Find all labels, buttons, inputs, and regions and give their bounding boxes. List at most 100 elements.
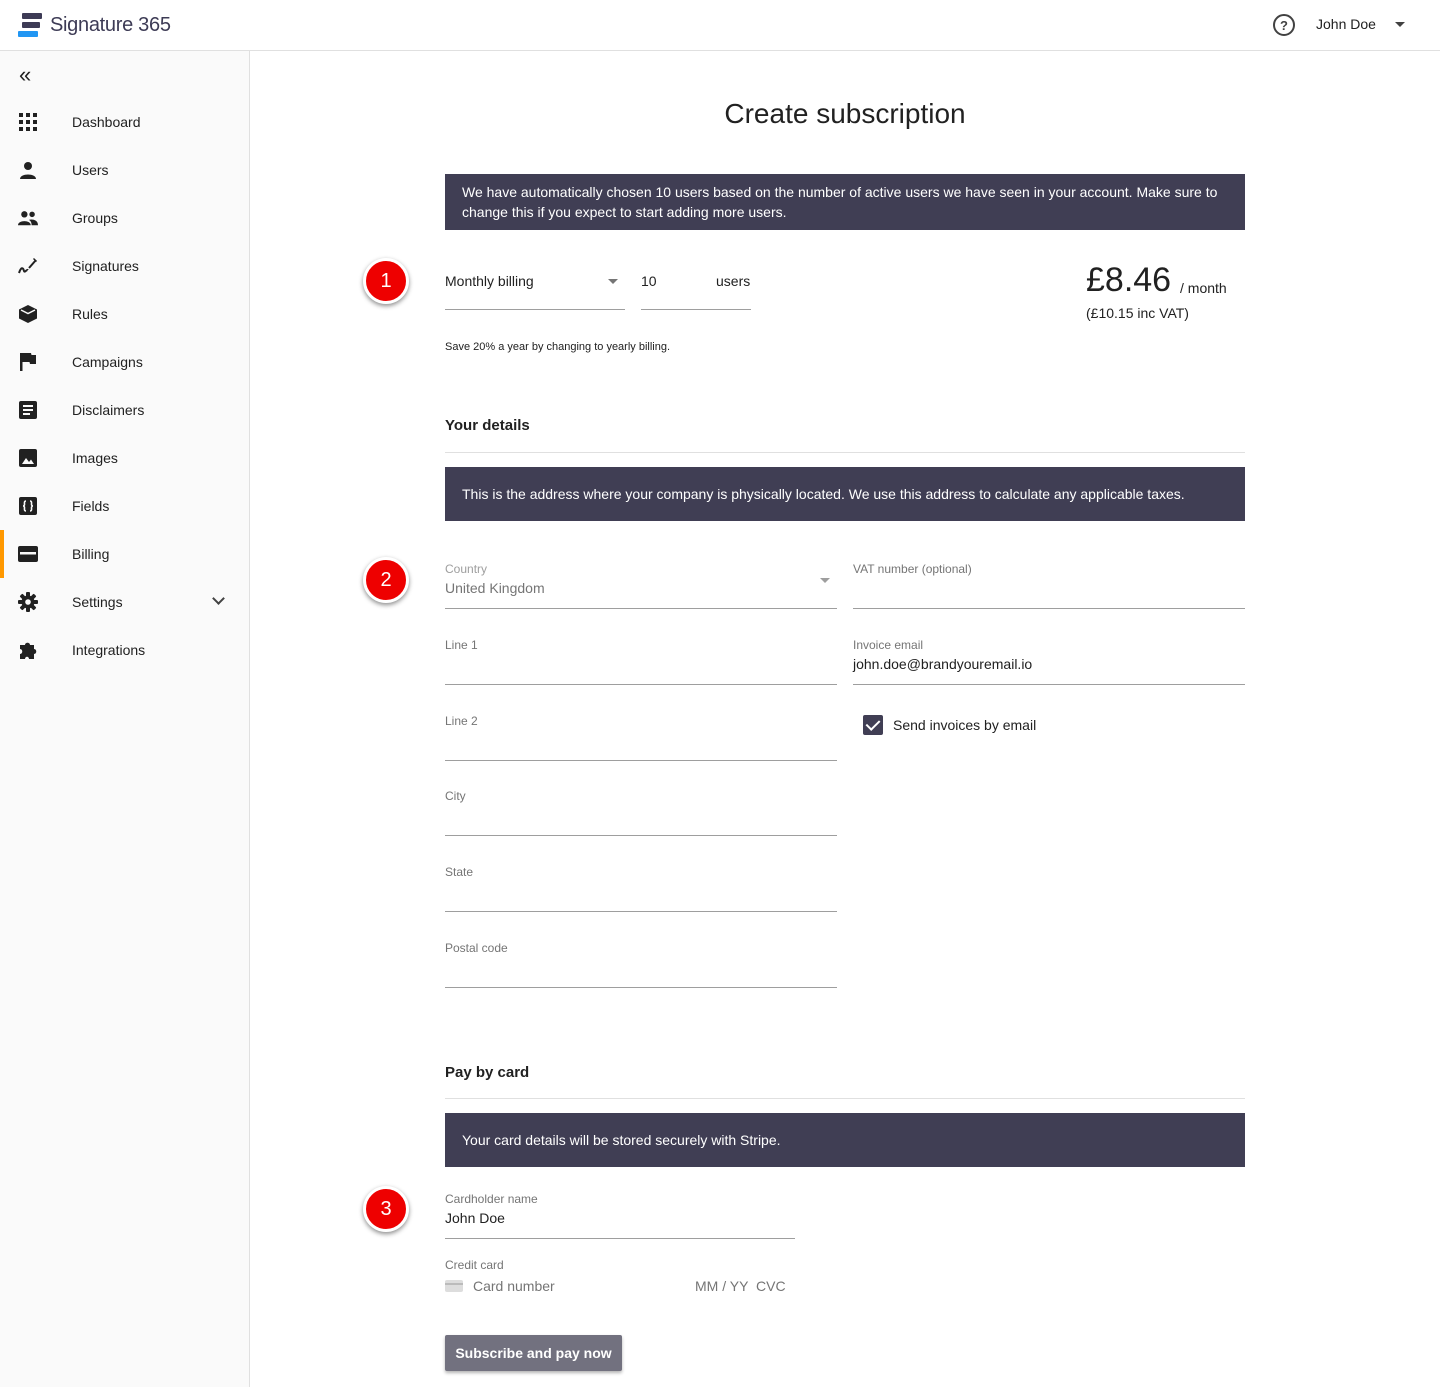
send-invoices-checkbox[interactable] — [863, 715, 883, 735]
sidebar-item-label: Fields — [72, 498, 110, 514]
invoice-email-input[interactable]: Invoice email john.doe@brandyouremail.io — [853, 636, 1245, 685]
sidebar-item-integrations[interactable]: Integrations — [0, 626, 249, 674]
sidebar-item-users[interactable]: Users — [0, 146, 249, 194]
postal-code-label: Postal code — [445, 941, 508, 955]
card-number-input[interactable]: Card number — [473, 1278, 555, 1294]
address-line1-input[interactable]: Line 1 — [445, 636, 837, 685]
step-badge-3: 3 — [363, 1186, 409, 1232]
section-divider — [445, 1098, 1245, 1099]
users-count-value: 10 — [641, 273, 657, 289]
main-content: Create subscription We have automaticall… — [250, 51, 1440, 1387]
sidebar-item-groups[interactable]: Groups — [0, 194, 249, 242]
step-badge-1: 1 — [363, 258, 409, 304]
section-divider — [445, 452, 1245, 453]
cardholder-name-input[interactable]: Cardholder name John Doe — [445, 1190, 795, 1239]
billing-period-value: Monthly billing — [445, 273, 534, 289]
box-icon — [18, 304, 38, 324]
sidebar-item-settings[interactable]: Settings — [0, 578, 249, 626]
help-icon[interactable]: ? — [1273, 14, 1295, 36]
sidebar-item-disclaimers[interactable]: Disclaimers — [0, 386, 249, 434]
user-menu-name[interactable]: John Doe — [1316, 16, 1376, 32]
braces-icon — [18, 496, 38, 516]
caret-down-icon — [608, 279, 618, 284]
top-bar: Signature 365 ? John Doe — [0, 0, 1440, 51]
gear-icon — [18, 592, 38, 612]
flag-icon — [18, 352, 38, 372]
chevron-down-icon[interactable] — [212, 592, 225, 605]
pay-by-card-title: Pay by card — [445, 1064, 530, 1081]
logo-icon — [18, 12, 44, 38]
credit-card-label: Credit card — [445, 1258, 504, 1272]
card-expiry-input[interactable]: MM / YY — [695, 1278, 748, 1294]
credit-card-icon — [18, 544, 38, 564]
stripe-info-text: Your card details will be stored securel… — [462, 1132, 781, 1148]
city-input[interactable]: City — [445, 787, 837, 836]
subscribe-pay-button[interactable]: Subscribe and pay now — [445, 1335, 622, 1371]
country-label: Country — [445, 562, 488, 576]
postal-code-input[interactable]: Postal code — [445, 939, 837, 988]
users-count-input[interactable]: 10 users — [641, 261, 751, 310]
grid-icon — [18, 112, 38, 132]
yearly-savings-note: Save 20% a year by changing to yearly bi… — [445, 341, 671, 353]
sidebar-item-label: Billing — [72, 546, 110, 562]
document-icon — [18, 400, 38, 420]
sidebar-item-fields[interactable]: Fields — [0, 482, 249, 530]
sidebar-item-label: Settings — [72, 594, 123, 610]
sidebar-item-label: Integrations — [72, 642, 146, 658]
users-info-banner: We have automatically chosen 10 users ba… — [445, 174, 1245, 230]
image-icon — [18, 448, 38, 468]
caret-down-icon[interactable] — [1395, 22, 1405, 27]
vat-number-label: VAT number (optional) — [853, 562, 972, 576]
page-title: Create subscription — [724, 98, 966, 129]
address-line2-label: Line 2 — [445, 714, 478, 728]
invoice-email-label: Invoice email — [853, 638, 924, 652]
card-cvc-input[interactable]: CVC — [756, 1278, 786, 1294]
stripe-info-banner: Your card details will be stored securel… — [445, 1113, 1245, 1167]
users-suffix: users — [716, 273, 751, 289]
sidebar-item-label: Users — [72, 162, 109, 178]
app-logo[interactable]: Signature 365 — [18, 12, 171, 38]
puzzle-icon — [18, 640, 38, 660]
sidebar-item-label: Images — [72, 450, 118, 466]
sidebar-item-billing[interactable]: Billing — [0, 530, 249, 578]
sidebar-item-rules[interactable]: Rules — [0, 290, 249, 338]
sidebar-item-label: Rules — [72, 306, 108, 322]
sidebar: « Dashboard Users Groups Signatures Rule… — [0, 51, 250, 1387]
country-select[interactable]: Country United Kingdom — [445, 560, 837, 609]
signature-icon — [18, 256, 38, 276]
cardholder-name-value: John Doe — [445, 1210, 505, 1226]
sidebar-item-label: Dashboard — [72, 114, 141, 130]
city-label: City — [445, 789, 466, 803]
people-icon — [18, 208, 38, 228]
app-name: Signature 365 — [50, 13, 171, 36]
credit-card-icon — [445, 1280, 463, 1292]
vat-number-input[interactable]: VAT number (optional) — [853, 560, 1245, 609]
person-icon — [18, 160, 38, 180]
billing-period-select[interactable]: Monthly billing — [445, 261, 625, 310]
address-info-text: This is the address where your company i… — [462, 486, 1185, 502]
address-line1-label: Line 1 — [445, 638, 478, 652]
invoice-email-value: john.doe@brandyouremail.io — [853, 656, 1033, 672]
sidebar-item-label: Disclaimers — [72, 402, 145, 418]
sidebar-item-images[interactable]: Images — [0, 434, 249, 482]
sidebar-item-dashboard[interactable]: Dashboard — [0, 98, 249, 146]
collapse-sidebar-icon[interactable]: « — [19, 64, 31, 86]
sidebar-item-label: Groups — [72, 210, 118, 226]
sidebar-item-label: Signatures — [72, 258, 139, 274]
state-label: State — [445, 865, 474, 879]
subscription-price: £8.46 — [1086, 261, 1172, 299]
your-details-title: Your details — [445, 417, 530, 434]
sidebar-item-campaigns[interactable]: Campaigns — [0, 338, 249, 386]
state-input[interactable]: State — [445, 863, 837, 912]
address-info-banner: This is the address where your company i… — [445, 467, 1245, 521]
sidebar-item-signatures[interactable]: Signatures — [0, 242, 249, 290]
users-info-text: We have automatically chosen 10 users ba… — [462, 184, 1218, 220]
price-period: / month — [1180, 280, 1227, 296]
sidebar-item-label: Campaigns — [72, 354, 143, 370]
price-inc-vat: (£10.15 inc VAT) — [1086, 305, 1189, 321]
send-invoices-label[interactable]: Send invoices by email — [893, 717, 1036, 733]
caret-down-icon — [820, 578, 830, 583]
cardholder-name-label: Cardholder name — [445, 1192, 538, 1206]
step-badge-2: 2 — [363, 557, 409, 603]
address-line2-input[interactable]: Line 2 — [445, 712, 837, 761]
